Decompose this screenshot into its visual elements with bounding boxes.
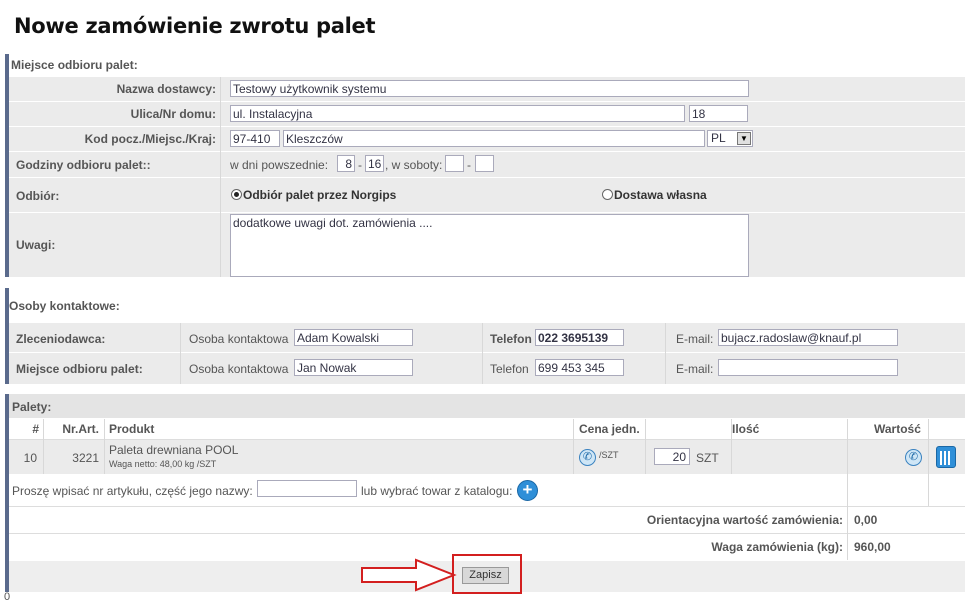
phone-icon[interactable]: ✆ <box>579 449 596 466</box>
column-divider <box>847 419 848 560</box>
row-num: 10 <box>23 451 37 465</box>
option-own-delivery-radio[interactable]: Dostawa własna <box>602 188 707 202</box>
table-header: # Nr.Art. Produkt Cena jedn. Ilość Warto… <box>9 419 965 440</box>
order-weight-label: Waga zamówienia (kg): <box>711 540 843 554</box>
email-label: E-mail: <box>676 332 714 346</box>
contacts-section: Osoby kontaktowe: Zleceniodawca: Osoba k… <box>5 288 965 385</box>
radio-empty-icon <box>602 189 613 200</box>
pickup-person-input[interactable]: Jan Nowak <box>294 359 413 376</box>
pallets-section-title: Palety: <box>12 400 52 414</box>
column-divider <box>180 323 181 384</box>
contacts-section-title: Osoby kontaktowe: <box>9 299 120 313</box>
article-search-suffix: lub wybrać towar z katalogu: <box>361 484 513 498</box>
red-arrow-annotation <box>361 558 457 592</box>
table-row: 10 3221 Paleta drewniana POOL Waga netto… <box>9 440 965 475</box>
save-button[interactable]: Zapisz <box>462 567 509 584</box>
pickup-section: Miejsce odbioru palet: Nazwa dostawcy: T… <box>5 54 965 278</box>
saturday-label: , w soboty: <box>385 158 443 172</box>
weekday-hours-to-input[interactable]: 16 <box>365 155 384 172</box>
order-weight: 960,00 <box>854 540 891 554</box>
column-divider <box>220 77 221 277</box>
option-norgips-label: Odbiór palet przez Norgips <box>243 188 397 202</box>
phone-label: Telefon <box>490 362 529 376</box>
column-divider <box>665 323 666 384</box>
postal-code-input[interactable]: 97-410 <box>230 130 280 147</box>
hours-label: Godziny odbioru palet:: <box>16 158 151 172</box>
col-product: Produkt <box>109 422 155 436</box>
order-value-label: Orientacyjna wartość zamówienia: <box>646 513 843 527</box>
phone-icon[interactable]: ✆ <box>905 449 922 466</box>
order-value: 0,00 <box>854 513 878 527</box>
row-product: Paleta drewniana POOL <box>109 443 239 457</box>
col-art: Nr.Art. <box>62 422 99 436</box>
supplier-input[interactable]: Testowy użytkownik systemu <box>230 80 749 97</box>
country-value: PL <box>711 131 726 145</box>
column-divider <box>573 419 574 474</box>
postal-label: Kod pocz./Miejsc./Kraj: <box>84 132 216 146</box>
ordering-party-phone-input[interactable]: 022 3695139 <box>535 329 624 346</box>
column-divider <box>43 419 44 474</box>
row-unit-price: /SZT <box>599 450 619 460</box>
pickup-section-title: Miejsce odbioru palet: <box>11 58 138 72</box>
column-divider <box>104 419 105 474</box>
column-divider <box>731 419 732 474</box>
chevron-down-icon: ▼ <box>737 132 751 145</box>
article-search-prefix: Proszę wpisać nr artykułu, część jego na… <box>12 484 253 498</box>
weekdays-label: w dni powszednie: <box>230 158 329 172</box>
saturday-hours-from-input[interactable] <box>445 155 464 172</box>
col-value: Wartość <box>874 422 921 436</box>
street-label: Ulica/Nr domu: <box>130 107 216 121</box>
row-unit: SZT <box>696 451 719 465</box>
saturday-hours-to-input[interactable] <box>475 155 494 172</box>
option-own-label: Dostawa własna <box>614 188 707 202</box>
option-norgips-radio[interactable]: Odbiór palet przez Norgips <box>231 188 396 202</box>
pickup-email-input[interactable] <box>718 359 898 376</box>
pickup-phone-input[interactable]: 699 453 345 <box>535 359 624 376</box>
country-select[interactable]: PL ▼ <box>707 130 753 147</box>
ordering-party-person-input[interactable]: Adam Kowalski <box>294 329 413 346</box>
phone-label: Telefon <box>490 332 532 346</box>
notes-textarea[interactable]: dodatkowe uwagi dot. zamówienia .... <box>230 214 749 277</box>
row-weight: Waga netto: 48,00 kg /SZT <box>109 459 217 469</box>
radio-selected-icon <box>231 189 242 200</box>
house-number-input[interactable]: 18 <box>689 105 748 122</box>
supplier-label: Nazwa dostawcy: <box>116 82 216 96</box>
hours-dash: - <box>358 158 362 172</box>
col-num: # <box>32 422 39 436</box>
article-search-input[interactable] <box>257 480 357 497</box>
trash-icon[interactable] <box>936 446 956 468</box>
column-divider <box>645 419 646 474</box>
col-price: Cena jedn. <box>579 422 640 436</box>
city-input[interactable]: Kleszczów <box>283 130 705 147</box>
col-qty: Ilość <box>732 422 760 436</box>
ordering-party-label: Zleceniodawca: <box>16 332 106 346</box>
plus-icon[interactable]: + <box>517 480 538 501</box>
email-label: E-mail: <box>676 362 714 376</box>
street-input[interactable]: ul. Instalacyjna <box>230 105 685 122</box>
pickup-type-label: Odbiór: <box>16 189 60 203</box>
notes-label: Uwagi: <box>16 238 56 252</box>
weekday-hours-from-input[interactable]: 8 <box>337 155 355 172</box>
contact-person-label: Osoba kontaktowa <box>189 332 289 346</box>
ordering-party-email-input[interactable]: bujacz.radoslaw@knauf.pl <box>718 329 898 346</box>
row-art: 3221 <box>72 451 99 465</box>
page-title: Nowe zamówienie zwrotu palet <box>14 14 376 38</box>
column-divider <box>482 323 483 384</box>
contact-person-label: Osoba kontaktowa <box>189 362 289 376</box>
hours-dash: - <box>467 158 471 172</box>
column-divider <box>928 419 929 506</box>
footer-digit: 0 <box>4 591 11 603</box>
pickup-place-contact-label: Miejsce odbioru palet: <box>16 362 143 376</box>
quantity-input[interactable]: 20 <box>654 448 690 465</box>
